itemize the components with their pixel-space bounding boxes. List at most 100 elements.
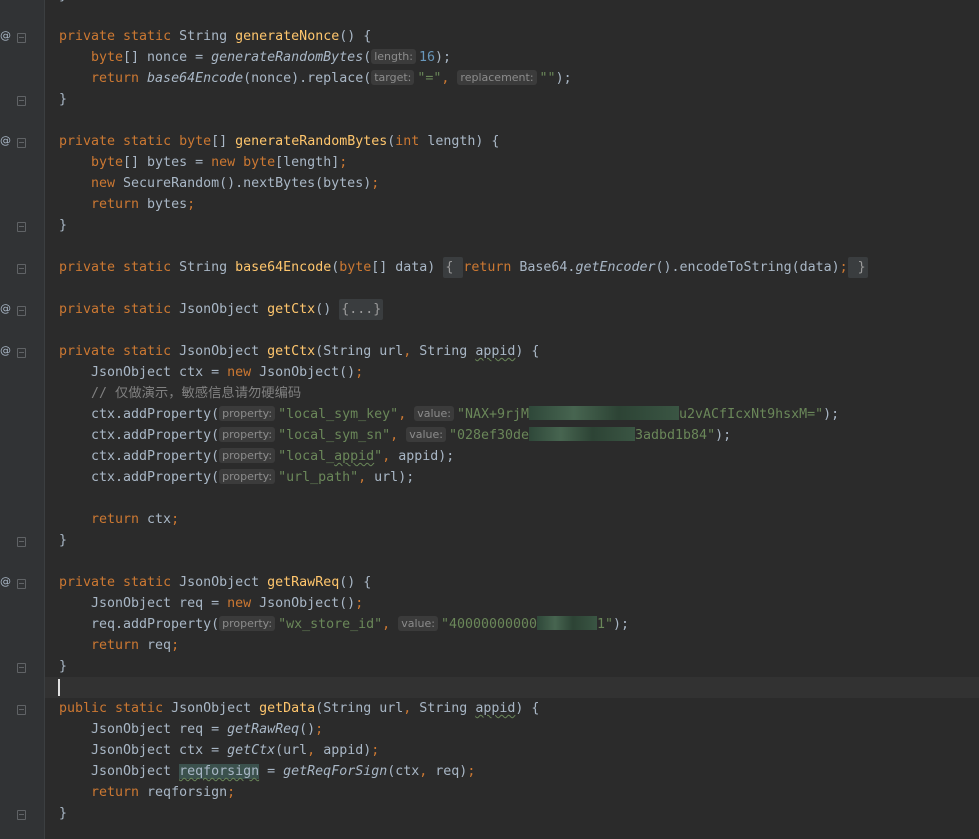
code-editor[interactable]: } private static String generateNonce() … — [45, 0, 979, 839]
code-line[interactable]: JsonObject reqforsign = getReqForSign(ct… — [45, 761, 979, 782]
override-marker-icon[interactable]: @ — [0, 302, 11, 315]
keyword: new — [227, 596, 260, 611]
type-name: String — [179, 260, 236, 275]
folded-region[interactable]: {...} — [339, 299, 384, 320]
code-line[interactable]: ctx.addProperty(property: "local_appid", … — [45, 446, 979, 467]
code-line[interactable]: ctx.addProperty(property: "url_path", url… — [45, 467, 979, 488]
parameter-hint: target: — [371, 70, 415, 85]
code-line[interactable]: JsonObject req = getRawReq(); — [45, 719, 979, 740]
code-token: [] — [211, 134, 236, 149]
folded-region[interactable]: { — [443, 257, 464, 278]
current-line[interactable] — [45, 677, 979, 698]
keyword: private static — [59, 302, 180, 317]
string-literal: "40000000000 — [440, 617, 538, 632]
keyword: return — [91, 71, 148, 86]
code-token: , — [419, 764, 436, 779]
override-marker-icon[interactable]: @ — [0, 29, 11, 42]
code-line[interactable]: ctx.addProperty(property: "local_sym_key"… — [45, 404, 979, 425]
fold-toggle-icon[interactable] — [17, 705, 26, 715]
code-token: ctx.addProperty( — [91, 449, 220, 464]
code-line[interactable]: return reqforsign; — [45, 782, 979, 803]
fold-toggle-icon[interactable] — [17, 264, 26, 274]
code-line[interactable]: } — [45, 656, 979, 677]
string-literal: "=" — [417, 71, 442, 86]
type-name: JsonObject — [171, 701, 260, 716]
code-token: ; — [339, 155, 348, 170]
code-token: = — [259, 764, 284, 779]
code-line[interactable]: } — [45, 803, 979, 824]
folded-region[interactable]: } — [847, 257, 868, 278]
override-marker-icon[interactable]: @ — [0, 575, 11, 588]
code-line[interactable]: } — [45, 89, 979, 110]
code-line[interactable]: ctx.addProperty(property: "local_sym_sn",… — [45, 425, 979, 446]
code-line[interactable]: } — [45, 215, 979, 236]
code-line[interactable]: new SecureRandom().nextBytes(bytes); — [45, 173, 979, 194]
keyword: private static — [59, 344, 180, 359]
override-marker-icon[interactable]: @ — [0, 134, 11, 147]
keyword: return — [91, 512, 148, 527]
method-name: generateRandomBytes — [235, 134, 388, 149]
code-token: ctx.addProperty( — [91, 407, 220, 422]
code-line[interactable]: private static JsonObject getRawReq() { — [45, 572, 979, 593]
redaction-mask — [537, 616, 598, 630]
parameter-hint: property: — [219, 406, 276, 421]
keyword: new — [227, 365, 260, 380]
fold-toggle-icon[interactable] — [17, 222, 26, 232]
code-line[interactable]: private static JsonObject getCtx(String … — [45, 341, 979, 362]
fold-toggle-icon[interactable] — [17, 306, 26, 316]
code-line[interactable]: JsonObject req = new JsonObject(); — [45, 593, 979, 614]
parameter-hint: property: — [219, 616, 276, 631]
code-token: ); — [435, 50, 452, 65]
code-token: } — [59, 218, 68, 233]
code-line[interactable]: return ctx; — [45, 509, 979, 530]
code-line[interactable]: return base64Encode(nonce).replace(targe… — [45, 68, 979, 89]
code-token: ) { — [515, 344, 540, 359]
code-token: ( — [363, 50, 372, 65]
code-token: [] data) — [371, 260, 444, 275]
code-token: ; — [187, 197, 196, 212]
fold-toggle-icon[interactable] — [17, 33, 26, 43]
fold-toggle-icon[interactable] — [17, 579, 26, 589]
code-line[interactable]: return req; — [45, 635, 979, 656]
keyword: public static — [59, 701, 172, 716]
code-line[interactable]: JsonObject ctx = getCtx(url, appid); — [45, 740, 979, 761]
fold-toggle-icon[interactable] — [17, 810, 26, 820]
code-token: String — [419, 344, 476, 359]
code-token: JsonObject() — [259, 365, 356, 380]
code-line[interactable]: req.addProperty(property: "wx_store_id", … — [45, 614, 979, 635]
code-line[interactable]: public static JsonObject getData(String … — [45, 698, 979, 719]
code-token: req.addProperty( — [91, 617, 220, 632]
code-line[interactable]: // 仅做演示，敏感信息请勿硬编码 — [45, 383, 979, 404]
keyword: byte — [179, 134, 212, 149]
code-line[interactable]: private static byte[] generateRandomByte… — [45, 131, 979, 152]
parameter-hint: value: — [414, 406, 454, 421]
fold-toggle-icon[interactable] — [17, 96, 26, 106]
code-line[interactable]: JsonObject ctx = new JsonObject(); — [45, 362, 979, 383]
string-literal: " — [374, 449, 383, 464]
code-line[interactable]: byte[] nonce = generateRandomBytes(lengt… — [45, 47, 979, 68]
code-line[interactable]: byte[] bytes = new byte[length]; — [45, 152, 979, 173]
code-token: length) { — [427, 134, 500, 149]
code-line[interactable]: } — [45, 530, 979, 551]
fold-toggle-icon[interactable] — [17, 138, 26, 148]
code-token: Base64. — [519, 260, 576, 275]
code-line[interactable]: return bytes; — [45, 194, 979, 215]
code-line[interactable]: private static String base64Encode(byte[… — [45, 257, 979, 278]
code-token: , — [398, 407, 415, 422]
fold-toggle-icon[interactable] — [17, 663, 26, 673]
code-token: appid); — [398, 449, 455, 464]
code-line[interactable]: } — [45, 0, 979, 6]
method-name: getCtx — [267, 344, 316, 359]
code-token: () { — [339, 29, 372, 44]
parameter-hint: length: — [371, 49, 416, 64]
code-token: (ctx — [387, 764, 420, 779]
code-line[interactable]: private static JsonObject getCtx() {...} — [45, 299, 979, 320]
code-line[interactable]: private static String generateNonce() { — [45, 26, 979, 47]
type-name: String — [179, 29, 236, 44]
override-marker-icon[interactable]: @ — [0, 344, 11, 357]
fold-toggle-icon[interactable] — [17, 537, 26, 547]
code-token: () { — [339, 575, 372, 590]
code-token: appid — [475, 344, 516, 359]
fold-toggle-icon[interactable] — [17, 348, 26, 358]
code-token: ; — [171, 512, 180, 527]
